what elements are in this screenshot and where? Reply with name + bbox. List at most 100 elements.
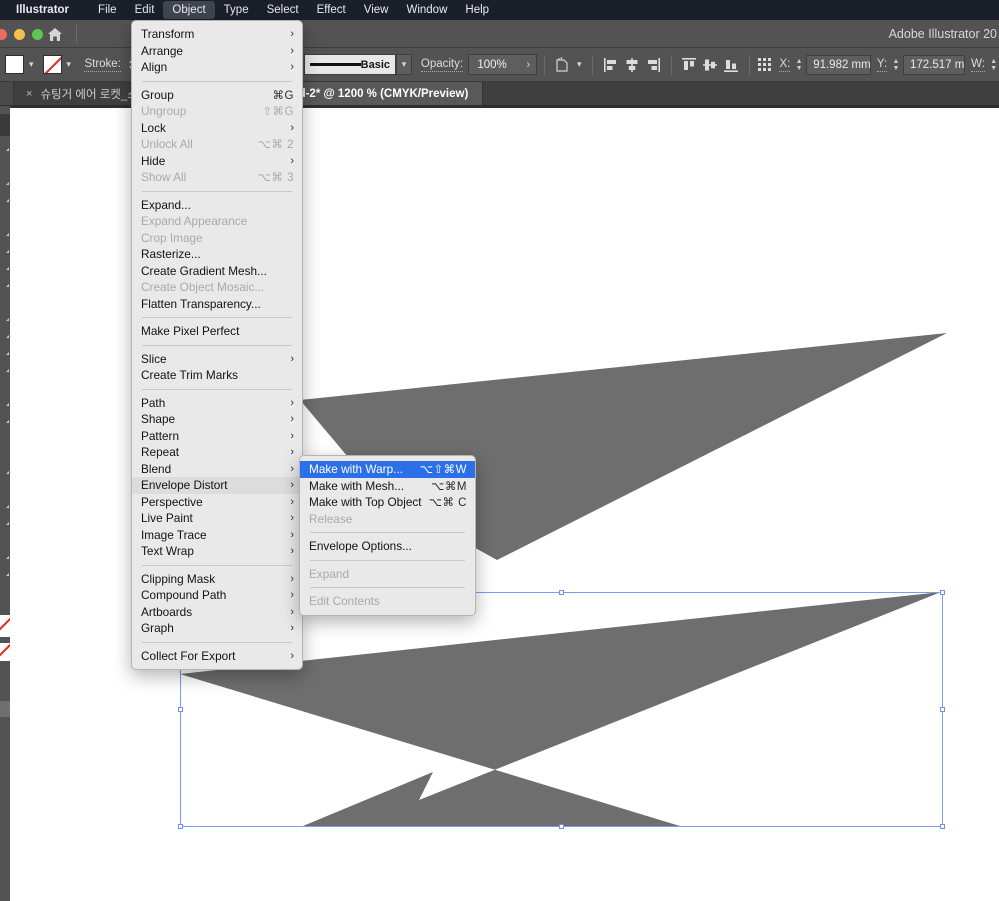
tool-blend[interactable] (0, 476, 10, 493)
tool-width[interactable] (0, 357, 10, 374)
tool-lasso[interactable] (0, 170, 10, 187)
align-top-button[interactable] (678, 54, 699, 76)
object-menu-item-live-paint[interactable]: Live Paint› (132, 510, 302, 527)
fill-chevron-down-icon[interactable]: ▾ (24, 55, 38, 74)
object-menu-item-lock[interactable]: Lock› (132, 120, 302, 137)
tool-free-transform[interactable] (0, 374, 10, 391)
menu-help[interactable]: Help (456, 1, 498, 19)
y-position-input[interactable]: 172.517 mm (903, 55, 965, 75)
tool-zoom[interactable] (0, 578, 10, 595)
object-menu-item-arrange[interactable]: Arrange› (132, 43, 302, 60)
tool-rectangle[interactable] (0, 255, 10, 272)
tool-paintbrush[interactable] (0, 272, 10, 289)
envelope-submenu-item-make-with-mesh[interactable]: Make with Mesh...⌥⌘M (300, 478, 475, 495)
stroke-chevron-down-icon[interactable]: ▾ (62, 55, 76, 74)
handle-bottom-center[interactable] (559, 824, 564, 829)
handle-top-right[interactable] (940, 590, 945, 595)
object-menu-item-text-wrap[interactable]: Text Wrap› (132, 543, 302, 560)
menu-type[interactable]: Type (215, 1, 258, 19)
menu-file[interactable]: File (89, 1, 126, 19)
object-menu-item-flatten-transparency[interactable]: Flatten Transparency... (132, 296, 302, 313)
opacity-input[interactable]: 100% › (468, 54, 537, 75)
minimize-window-button[interactable] (14, 29, 25, 40)
tool-column-graph[interactable] (0, 510, 10, 527)
tool-symbol-sprayer[interactable] (0, 493, 10, 510)
object-menu-item-pattern[interactable]: Pattern› (132, 428, 302, 445)
envelope-submenu-item-envelope-options[interactable]: Envelope Options... (300, 538, 475, 555)
home-button[interactable] (44, 25, 66, 43)
recolor-artwork-button[interactable] (552, 54, 573, 76)
handle-bottom-right[interactable] (940, 824, 945, 829)
tool-gradient[interactable] (0, 442, 10, 459)
tool-shaper[interactable] (0, 289, 10, 306)
stroke-profile-selector[interactable]: Basic (304, 54, 396, 75)
tool-artboard[interactable] (0, 527, 10, 544)
object-menu-item-image-trace[interactable]: Image Trace› (132, 527, 302, 544)
object-menu-item-path[interactable]: Path› (132, 395, 302, 412)
object-menu-item-perspective[interactable]: Perspective› (132, 494, 302, 511)
object-menu-item-create-trim-marks[interactable]: Create Trim Marks (132, 367, 302, 384)
tool-selection[interactable] (0, 114, 10, 136)
object-menu-item-transform[interactable]: Transform› (132, 26, 302, 43)
align-center-horizontal-button[interactable] (621, 54, 642, 76)
tool-line-segment[interactable] (0, 238, 10, 255)
menu-view[interactable]: View (355, 1, 398, 19)
tool-perspective-grid[interactable] (0, 408, 10, 425)
tool-magic-wand[interactable] (0, 153, 10, 170)
handle-bottom-left[interactable] (178, 824, 183, 829)
fill-swatch[interactable] (5, 55, 24, 74)
fill-stroke-swatches[interactable] (0, 615, 10, 637)
stroke-color-control[interactable]: ▾ (43, 48, 76, 81)
object-menu-item-compound-path[interactable]: Compound Path› (132, 587, 302, 604)
screen-mode-button[interactable] (0, 701, 10, 717)
align-bottom-button[interactable] (721, 54, 742, 76)
menu-window[interactable]: Window (397, 1, 456, 19)
menu-select[interactable]: Select (258, 1, 308, 19)
object-menu-item-graph[interactable]: Graph› (132, 620, 302, 637)
tool-eyedropper[interactable] (0, 459, 10, 476)
menu-effect[interactable]: Effect (308, 1, 355, 19)
tool-slice[interactable] (0, 544, 10, 561)
tool-shape-builder[interactable] (0, 391, 10, 408)
tool-direct-selection[interactable] (0, 136, 10, 153)
x-position-stepper[interactable]: ▲▼ (794, 55, 805, 75)
align-center-vertical-button[interactable] (700, 54, 721, 76)
width-stepper[interactable]: ▲▼ (988, 55, 999, 75)
close-window-button[interactable] (0, 29, 7, 40)
recolor-chevron-down-icon[interactable]: ▾ (573, 55, 585, 74)
handle-middle-left[interactable] (178, 707, 183, 712)
x-position-input[interactable]: 91.982 mm (806, 55, 871, 75)
object-menu-item-envelope-distort[interactable]: Envelope Distort› (132, 477, 302, 494)
stroke-profile-chevron-down-icon[interactable]: ▾ (396, 54, 412, 75)
object-menu-item-rasterize[interactable]: Rasterize... (132, 246, 302, 263)
object-menu-item-artboards[interactable]: Artboards› (132, 604, 302, 621)
tool-pencil[interactable] (0, 306, 10, 323)
menu-edit[interactable]: Edit (126, 1, 164, 19)
object-menu-item-shape[interactable]: Shape› (132, 411, 302, 428)
menu-object[interactable]: Object (163, 1, 214, 19)
object-menu-item-blend[interactable]: Blend› (132, 461, 302, 478)
tool-curvature[interactable] (0, 204, 10, 221)
align-left-button[interactable] (600, 54, 621, 76)
object-menu-item-clipping-mask[interactable]: Clipping Mask› (132, 571, 302, 588)
align-right-button[interactable] (643, 54, 664, 76)
tool-pen[interactable] (0, 187, 10, 204)
mac-menu-bar[interactable]: Illustrator File Edit Object Type Select… (0, 0, 999, 20)
tools-panel[interactable] (0, 106, 10, 901)
handle-top-center[interactable] (559, 590, 564, 595)
tool-hand[interactable] (0, 561, 10, 578)
object-menu-item-collect-for-export[interactable]: Collect For Export› (132, 648, 302, 665)
object-menu-item-group[interactable]: Group⌘G (132, 87, 302, 104)
stroke-swatch-secondary[interactable] (0, 643, 10, 661)
object-menu-item-make-pixel-perfect[interactable]: Make Pixel Perfect (132, 323, 302, 340)
object-menu-item-align[interactable]: Align› (132, 59, 302, 76)
handle-middle-right[interactable] (940, 707, 945, 712)
object-menu-item-hide[interactable]: Hide› (132, 153, 302, 170)
tool-rotate[interactable] (0, 323, 10, 340)
object-menu-item-create-gradient-mesh[interactable]: Create Gradient Mesh... (132, 263, 302, 280)
close-icon[interactable]: × (26, 88, 32, 100)
window-controls[interactable] (0, 29, 43, 40)
maximize-window-button[interactable] (32, 29, 43, 40)
opacity-expand-icon[interactable]: › (526, 59, 536, 71)
reference-point-button[interactable] (757, 54, 775, 76)
